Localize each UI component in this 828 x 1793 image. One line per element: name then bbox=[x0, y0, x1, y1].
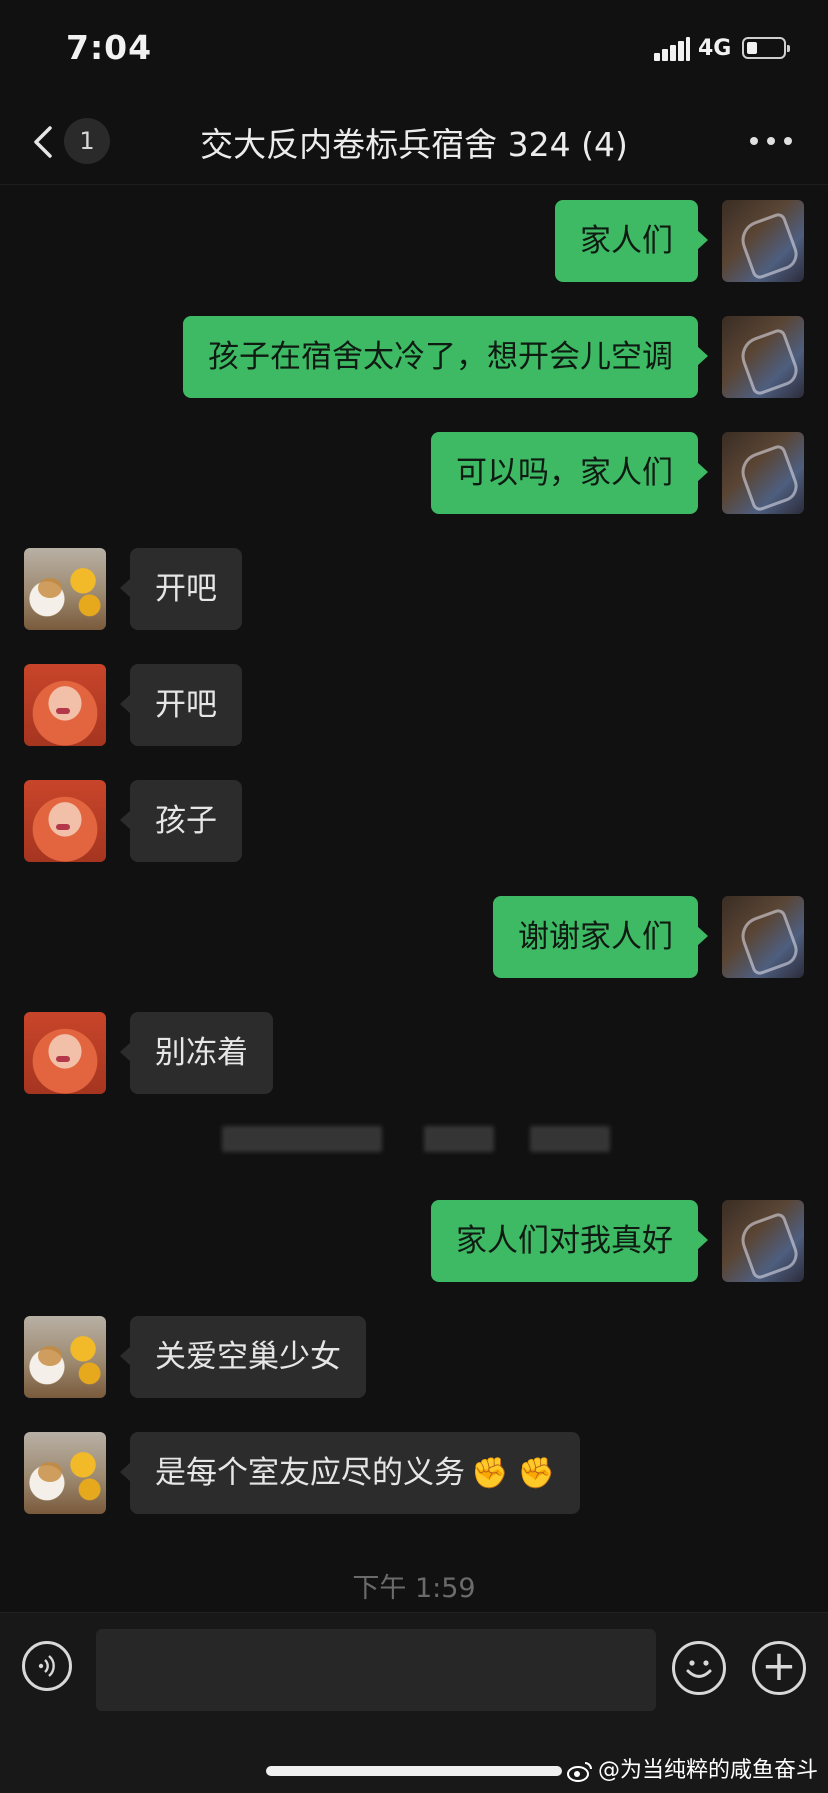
message-bubble[interactable]: 开吧 bbox=[120, 548, 242, 630]
message-bubble[interactable]: 孩子 bbox=[120, 780, 242, 862]
message-bubble[interactable]: 谢谢家人们 bbox=[493, 896, 708, 978]
status-bar: 7:04 4G bbox=[0, 0, 828, 100]
avatar[interactable] bbox=[722, 896, 804, 978]
message-bubble[interactable]: 开吧 bbox=[120, 664, 242, 746]
signal-icon bbox=[654, 37, 690, 61]
chat-title: 交大反内卷标兵宿舍 324 (4) bbox=[200, 125, 628, 164]
battery-icon bbox=[742, 37, 790, 59]
avatar[interactable] bbox=[24, 1316, 106, 1398]
network-type: 4G bbox=[698, 36, 732, 61]
weibo-icon bbox=[567, 1762, 592, 1782]
avatar[interactable] bbox=[24, 780, 106, 862]
add-attachment-button[interactable]: + bbox=[752, 1641, 806, 1695]
avatar[interactable] bbox=[24, 664, 106, 746]
weibo-watermark: @为当纯粹的咸鱼奋斗 bbox=[566, 1752, 818, 1784]
chat-header: 1 交大反内卷标兵宿舍 324 (4) bbox=[0, 100, 828, 185]
message-bubble[interactable]: 家人们 bbox=[555, 200, 708, 282]
message-bubble[interactable]: 别冻着 bbox=[120, 1012, 273, 1094]
plus-icon: + bbox=[761, 1641, 797, 1690]
message-bubble[interactable]: 关爱空巢少女 bbox=[120, 1316, 366, 1398]
avatar[interactable] bbox=[24, 1432, 106, 1514]
home-indicator[interactable] bbox=[266, 1766, 562, 1776]
watermark-text: @为当纯粹的咸鱼奋斗 bbox=[598, 1758, 819, 1783]
avatar[interactable] bbox=[24, 1012, 106, 1094]
avatar[interactable] bbox=[722, 432, 804, 514]
message-timestamp: 下午 1:59 bbox=[352, 1573, 476, 1604]
avatar[interactable] bbox=[722, 200, 804, 282]
voice-icon bbox=[38, 1655, 55, 1677]
message-text: 是每个室友应尽的义务 bbox=[155, 1455, 465, 1491]
message-bubble[interactable]: 可以吗，家人们 bbox=[431, 432, 708, 514]
voice-input-button[interactable] bbox=[22, 1641, 72, 1691]
more-options-button[interactable] bbox=[748, 134, 794, 148]
status-time: 7:04 bbox=[66, 28, 153, 67]
avatar[interactable] bbox=[24, 548, 106, 630]
emoji-button[interactable] bbox=[672, 1641, 726, 1695]
message-bubble[interactable]: 孩子在宿舍太冷了，想开会儿空调 bbox=[183, 316, 708, 398]
smiley-icon bbox=[686, 1660, 712, 1678]
message-input[interactable] bbox=[96, 1629, 656, 1711]
message-bubble[interactable]: 是每个室友应尽的义务 ✊ ✊ bbox=[119, 1432, 581, 1514]
avatar[interactable] bbox=[722, 316, 804, 398]
raised-fist-emoji: ✊ ✊ bbox=[471, 1456, 556, 1491]
message-bubble[interactable]: 家人们对我真好 bbox=[431, 1200, 708, 1282]
avatar[interactable] bbox=[722, 1200, 804, 1282]
